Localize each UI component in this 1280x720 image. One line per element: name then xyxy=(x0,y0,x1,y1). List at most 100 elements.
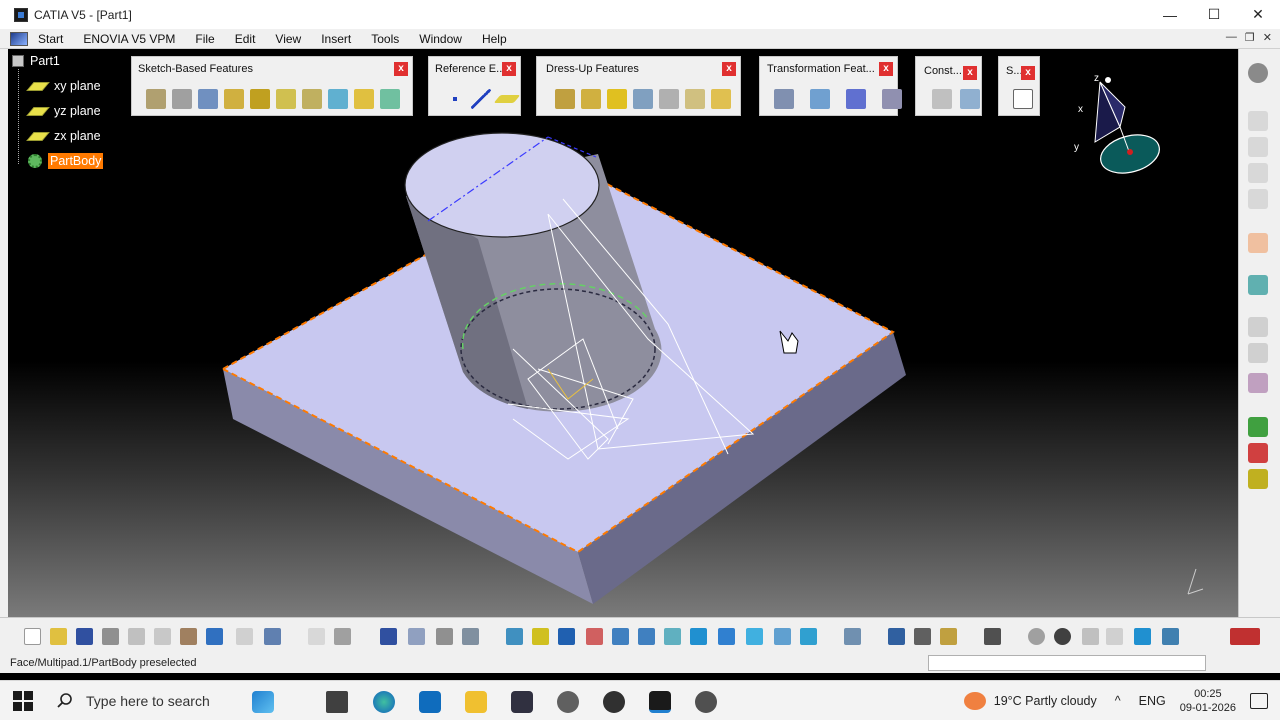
pycharm-icon[interactable] xyxy=(511,691,533,713)
menu-insert[interactable]: Insert xyxy=(311,29,361,49)
rotate-icon[interactable] xyxy=(586,628,603,645)
toolbar-close-button[interactable]: x xyxy=(963,66,977,80)
mdi-restore-button[interactable]: ❐ xyxy=(1245,31,1255,44)
table-icon[interactable] xyxy=(380,628,397,645)
hybrid-shape-icon[interactable] xyxy=(1248,275,1268,295)
edge-browser-icon[interactable] xyxy=(373,691,395,713)
normal-view-icon[interactable] xyxy=(664,628,681,645)
draft-icon[interactable] xyxy=(607,89,627,109)
shell-icon[interactable] xyxy=(633,89,653,109)
manipulation-icon[interactable] xyxy=(1054,628,1071,645)
settings-app-icon[interactable] xyxy=(557,691,579,713)
thickness-icon[interactable] xyxy=(659,89,679,109)
recorder-app-icon[interactable] xyxy=(603,691,625,713)
swap-space-icon[interactable] xyxy=(800,628,817,645)
thread-icon[interactable] xyxy=(685,89,705,109)
scaling-icon[interactable] xyxy=(882,89,902,109)
weather-text[interactable]: 19°C Partly cloudy xyxy=(994,694,1097,708)
analysis-1-icon[interactable] xyxy=(1248,417,1268,437)
notification-icon[interactable] xyxy=(1250,693,1268,709)
cut-icon[interactable] xyxy=(128,628,145,645)
menu-tools[interactable]: Tools xyxy=(361,29,409,49)
3d-viewport[interactable] xyxy=(8,49,1238,617)
compass-icon[interactable]: z x y xyxy=(1070,72,1170,182)
start-menu-icon[interactable] xyxy=(10,31,28,46)
tree-root[interactable]: Part1 xyxy=(12,54,60,68)
analysis-2-icon[interactable] xyxy=(1248,443,1268,463)
unit-icon[interactable] xyxy=(1106,628,1123,645)
groove-icon[interactable] xyxy=(224,89,244,109)
apply-material-icon[interactable] xyxy=(844,628,861,645)
search-highlight-icon[interactable] xyxy=(252,691,274,713)
translation-icon[interactable] xyxy=(774,89,794,109)
toolbar-close-button[interactable]: x xyxy=(879,62,893,76)
menu-enovia[interactable]: ENOVIA V5 VPM xyxy=(73,29,185,49)
catia-taskbar-icon[interactable] xyxy=(649,691,671,713)
mirror-icon[interactable] xyxy=(810,89,830,109)
pan-icon[interactable] xyxy=(558,628,575,645)
constraint-icon[interactable] xyxy=(932,89,952,109)
catalog-icon[interactable] xyxy=(1248,373,1268,393)
pocket-icon[interactable] xyxy=(172,89,192,109)
line-icon[interactable] xyxy=(471,89,491,109)
settings-icon[interactable] xyxy=(1248,63,1268,83)
edge-fillet-icon[interactable] xyxy=(555,89,575,109)
hole-icon[interactable] xyxy=(250,89,270,109)
part-geometry[interactable] xyxy=(8,49,1238,617)
sketch-tool-4-icon[interactable] xyxy=(1248,189,1268,209)
windows-start-icon[interactable] xyxy=(13,690,33,711)
analysis-3-icon[interactable] xyxy=(1248,469,1268,489)
weather-icon[interactable] xyxy=(963,692,986,710)
open-folder-icon[interactable] xyxy=(50,628,67,645)
menu-view[interactable]: View xyxy=(265,29,311,49)
lock-icon[interactable] xyxy=(940,628,957,645)
measure-icon[interactable] xyxy=(436,628,453,645)
clock[interactable]: 00:25 09-01-2026 xyxy=(1180,687,1236,715)
toolbar-close-button[interactable]: x xyxy=(1021,66,1035,80)
point-icon[interactable] xyxy=(445,89,465,109)
fly-mode-icon[interactable] xyxy=(506,628,523,645)
constraint-dialog-icon[interactable] xyxy=(960,89,980,109)
menu-edit[interactable]: Edit xyxy=(225,29,266,49)
menu-window[interactable]: Window xyxy=(409,29,472,49)
sketch-icon[interactable] xyxy=(1013,89,1033,109)
copy-icon[interactable] xyxy=(154,628,171,645)
tree-expand-icon[interactable] xyxy=(408,628,425,645)
file-explorer-icon[interactable] xyxy=(465,691,487,713)
slot-icon[interactable] xyxy=(302,89,322,109)
outlook-icon[interactable] xyxy=(419,691,441,713)
dimension-icon[interactable] xyxy=(888,628,905,645)
chamfer-icon[interactable] xyxy=(581,89,601,109)
sketch-tool-icon[interactable] xyxy=(1248,111,1268,131)
task-view-icon[interactable] xyxy=(326,691,348,713)
mdi-minimize-button[interactable]: — xyxy=(1226,31,1237,44)
tree-item-xy-plane[interactable]: xy plane xyxy=(26,79,101,93)
stiffener-icon[interactable] xyxy=(328,89,348,109)
select-arrow-icon[interactable] xyxy=(1248,233,1268,253)
update-icon[interactable] xyxy=(1028,628,1045,645)
zoom-out-icon[interactable] xyxy=(638,628,655,645)
misc-app-icon[interactable] xyxy=(695,691,717,713)
axis-system-icon[interactable] xyxy=(1082,628,1099,645)
properties-icon[interactable] xyxy=(1162,628,1179,645)
loft-icon[interactable] xyxy=(354,89,374,109)
shaft-icon[interactable] xyxy=(198,89,218,109)
chevron-up-icon[interactable]: ^ xyxy=(1115,694,1121,708)
tree-item-zx-plane[interactable]: zx plane xyxy=(26,129,101,143)
text-icon[interactable] xyxy=(1248,317,1268,337)
paste-icon[interactable] xyxy=(180,628,197,645)
toolbar-close-button[interactable]: x xyxy=(722,62,736,76)
iso-view-icon[interactable] xyxy=(718,628,735,645)
multi-view-icon[interactable] xyxy=(690,628,707,645)
remove-loft-icon[interactable] xyxy=(380,89,400,109)
pad-icon[interactable] xyxy=(146,89,166,109)
formula-icon[interactable] xyxy=(1248,343,1268,363)
undo-icon[interactable] xyxy=(206,628,223,645)
whats-this-icon[interactable] xyxy=(264,628,281,645)
knowledge-icon[interactable] xyxy=(334,628,351,645)
power-input-field[interactable] xyxy=(928,655,1206,671)
new-file-icon[interactable] xyxy=(24,628,41,645)
sketch-tool-2-icon[interactable] xyxy=(1248,137,1268,157)
mdi-close-button[interactable]: ✕ xyxy=(1263,31,1272,44)
fit-all-icon[interactable] xyxy=(532,628,549,645)
